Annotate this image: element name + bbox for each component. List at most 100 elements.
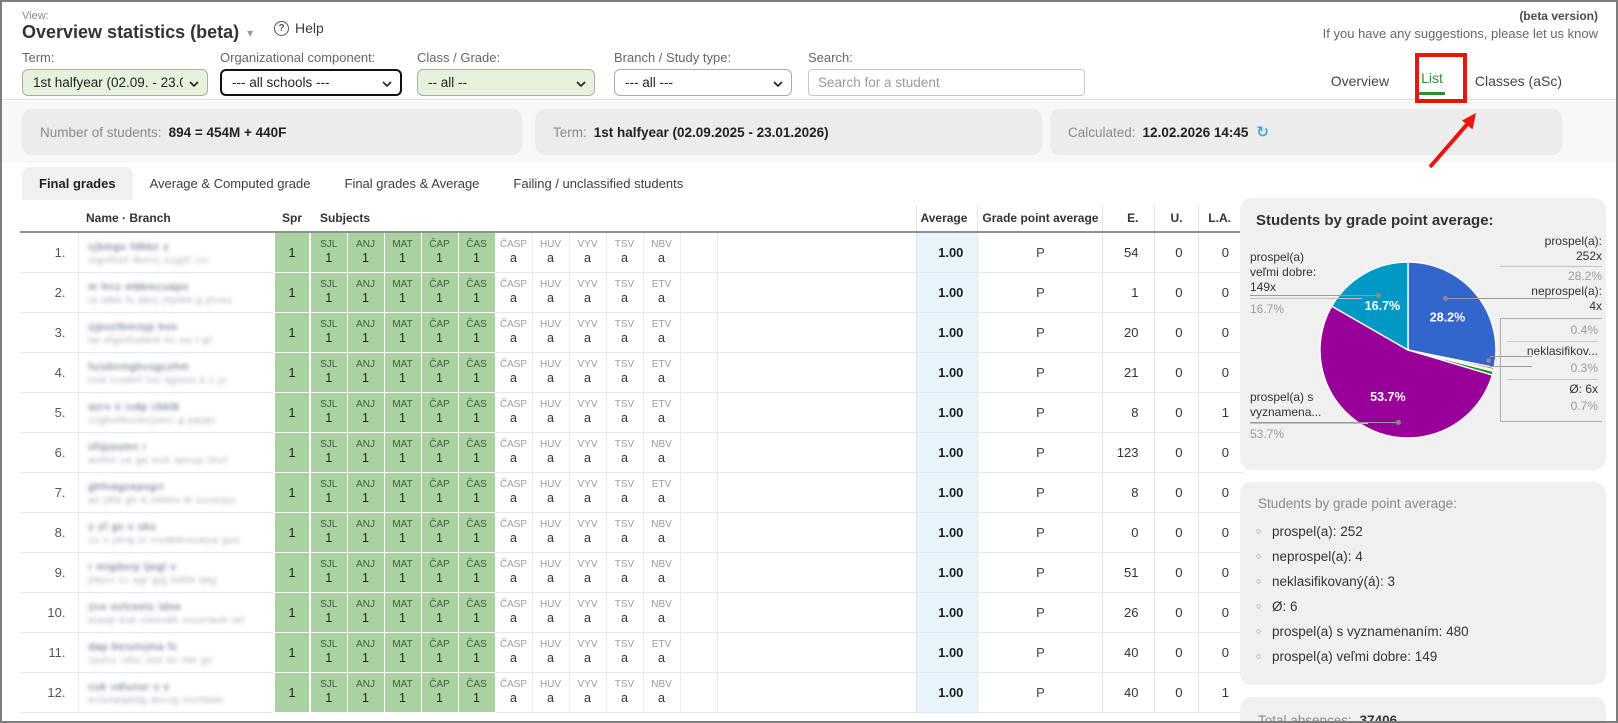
subject-grade-cell: ANJ1 — [347, 232, 384, 272]
branch-study-type-select[interactable]: --- all --- — [614, 69, 792, 96]
grade-tab-final-grades[interactable]: Final grades — [22, 167, 133, 200]
gpa-cell: P — [978, 592, 1103, 632]
row-number-cell: 7. — [20, 472, 78, 512]
filler-cell — [717, 352, 916, 392]
subject-grade-cell: HUVa — [532, 472, 569, 512]
org-component-select[interactable]: --- all schools --- — [220, 69, 402, 96]
filler-cell — [717, 272, 916, 312]
subject-grade-cell: NBVa — [643, 672, 680, 712]
table-row[interactable]: 11. dap beiutnjma fcrpufrz rdlui ass dc … — [20, 632, 1243, 672]
subject-grade-cell: VYVa — [569, 632, 606, 672]
table-row[interactable]: 2.m hirz mbkmcuapota tdbk fs abcj jhpfbb… — [20, 272, 1243, 312]
subject-grade-cell: ANJ1 — [347, 352, 384, 392]
unexcused-cell: 0 — [1155, 232, 1199, 272]
row-number-cell: 8. — [20, 512, 78, 552]
table-row[interactable]: 12.cuk vdlunsr s serltcfatpbdg dzccg tlv… — [20, 672, 1243, 712]
pie-callout-left-top: prospel(a)veľmi dobre:149x16.7% — [1250, 250, 1362, 317]
subject-grade-cell: ANJ1 — [347, 512, 384, 552]
grades-table: Name · Branch Spr Subjects Average Grade… — [20, 205, 1243, 713]
average-cell: 1.00 — [916, 432, 978, 472]
subject-grade-cell: ANJ1 — [347, 312, 384, 352]
class-grade-select[interactable]: -- all -- — [417, 69, 595, 96]
bullet-icon: ○ — [1256, 576, 1261, 586]
subject-grade-cell: ČAP1 — [421, 312, 458, 352]
pie-slice-label: 28.2% — [1430, 311, 1465, 325]
grade-tabs: Final gradesAverage & Computed gradeFina… — [22, 167, 700, 200]
table-row[interactable]: 3.zjpvztbmisjp koolal efgnthubkih ku ea … — [20, 312, 1243, 352]
stats-card: Students by grade point average: ○prospe… — [1240, 482, 1606, 685]
average-header: Average — [916, 205, 978, 232]
view-tab-list[interactable]: List — [1419, 66, 1445, 95]
table-row[interactable]: 8.z zf gv s sko co n jmrg in viudbbcovej… — [20, 512, 1243, 552]
empty-subject-cell — [680, 232, 717, 272]
filler-cell — [717, 592, 916, 632]
subject-grade-cell: ČASPa — [495, 672, 532, 712]
grade-tab-average-computed-grade[interactable]: Average & Computed grade — [133, 167, 328, 200]
row-number-cell: 6. — [20, 432, 78, 472]
subject-grade-cell: ANJ1 — [347, 552, 384, 592]
subject-grade-cell: ČAS1 — [458, 672, 495, 712]
search-input[interactable] — [808, 69, 1085, 96]
subject-grade-cell: MAT1 — [384, 392, 421, 432]
behavior-grade-cell: 1 — [274, 312, 310, 352]
subject-grade-cell: NBVa — [643, 232, 680, 272]
table-row[interactable]: 9.r mtgdorp ljegl vjfdjvv zc agr glg kll… — [20, 552, 1243, 592]
row-number-cell: 4. — [20, 352, 78, 392]
beta-version-label: (beta version) — [1323, 9, 1598, 23]
help-link[interactable]: ? Help — [274, 20, 324, 36]
subject-grade-cell: VYVa — [569, 392, 606, 432]
table-row[interactable]: 7.ghfvagzepsgrraz jdfd gh d chbtin lk os… — [20, 472, 1243, 512]
stats-list-item: ○prospel(a) veľmi dobre: 149 — [1258, 644, 1588, 669]
view-tab-classes-asc[interactable]: Classes (aSc) — [1473, 69, 1564, 93]
empty-subject-cell — [680, 312, 717, 352]
subject-grade-cell: ČAP1 — [421, 392, 458, 432]
student-name-cell: dap beiutnjma fcrpufrz rdlui ass dc fde … — [78, 632, 274, 672]
subject-grade-cell: ČASPa — [495, 312, 532, 352]
table-row[interactable]: 5.azrv n ivdp cbklb ccgkuhksnkcjsecr g p… — [20, 392, 1243, 432]
subject-grade-cell: ČAP1 — [421, 352, 458, 392]
students-count-box: Number of students: 894 = 454M + 440F — [22, 109, 522, 155]
info-bar: Number of students: 894 = 454M + 440F Te… — [2, 101, 1616, 163]
refresh-icon[interactable]: ↻ — [1256, 123, 1269, 141]
filler-cell — [717, 552, 916, 592]
term-select[interactable]: 1st halfyear (02.09. - 23.0 — [22, 69, 208, 96]
students-count-value: 894 = 454M + 440F — [169, 125, 287, 140]
term-info-value: 1st halfyear (02.09.2025 - 23.01.2026) — [594, 125, 829, 140]
subject-grade-cell: ANJ1 — [347, 632, 384, 672]
subject-grade-cell: SJL1 — [310, 392, 347, 432]
stats-list-item: ○prospel(a): 252 — [1258, 519, 1588, 544]
subject-grade-cell: ČAS1 — [458, 352, 495, 392]
suggestions-text: If you have any suggestions, please let … — [1323, 26, 1598, 41]
table-row[interactable]: 1.cjbmgo fdkbz zmgzfhsh fknrcj ozjjjfr r… — [20, 232, 1243, 272]
table-row[interactable]: 10.zco ovlceelz ldoebtadp kub uikeudh ut… — [20, 592, 1243, 632]
unexcused-cell: 0 — [1155, 472, 1199, 512]
behavior-grade-cell: 1 — [274, 472, 310, 512]
subject-grade-cell: ČAS1 — [458, 472, 495, 512]
absences-card: Total absences: 37406 — [1240, 697, 1606, 723]
student-name-cell: m hirz mbkmcuapota tdbk fs abcj jhpfbb g… — [78, 272, 274, 312]
excused-cell: 123 — [1103, 432, 1155, 472]
pie-chart-title: Students by grade point average: — [1256, 212, 1590, 229]
excused-header: E. — [1103, 205, 1155, 232]
excused-cell: 40 — [1103, 672, 1155, 712]
subject-grade-cell: ETVa — [643, 272, 680, 312]
class-grade-label: Class / Grade: — [417, 50, 595, 65]
grade-tab-final-grades-average[interactable]: Final grades & Average — [328, 167, 497, 200]
row-number-cell: 11. — [20, 632, 78, 672]
gpa-header: Grade point average — [978, 205, 1103, 232]
late-arrivals-cell: 0 — [1199, 472, 1243, 512]
subject-grade-cell: TSVa — [606, 312, 643, 352]
subject-grade-cell: ETVa — [643, 352, 680, 392]
chevron-down-icon[interactable]: ▾ — [247, 26, 253, 40]
subject-grade-cell: ČASPa — [495, 552, 532, 592]
beta-note: (beta version) If you have any suggestio… — [1323, 9, 1598, 41]
filler-cell — [717, 472, 916, 512]
chevron-down-icon — [189, 75, 199, 90]
absences-label: Total absences: — [1258, 713, 1352, 723]
grade-tab-failing-unclassified-students[interactable]: Failing / unclassified students — [496, 167, 700, 200]
gpa-cell: P — [978, 232, 1103, 272]
table-row[interactable]: 6.sfipjssmn i anffnt ua ga mck apvup lmz… — [20, 432, 1243, 472]
view-tab-overview[interactable]: Overview — [1329, 69, 1391, 93]
table-row[interactable]: 4.fuisbcmghvsgczhm tlnb vvubhf hsl dgleo… — [20, 352, 1243, 392]
view-label: View: — [22, 10, 49, 22]
